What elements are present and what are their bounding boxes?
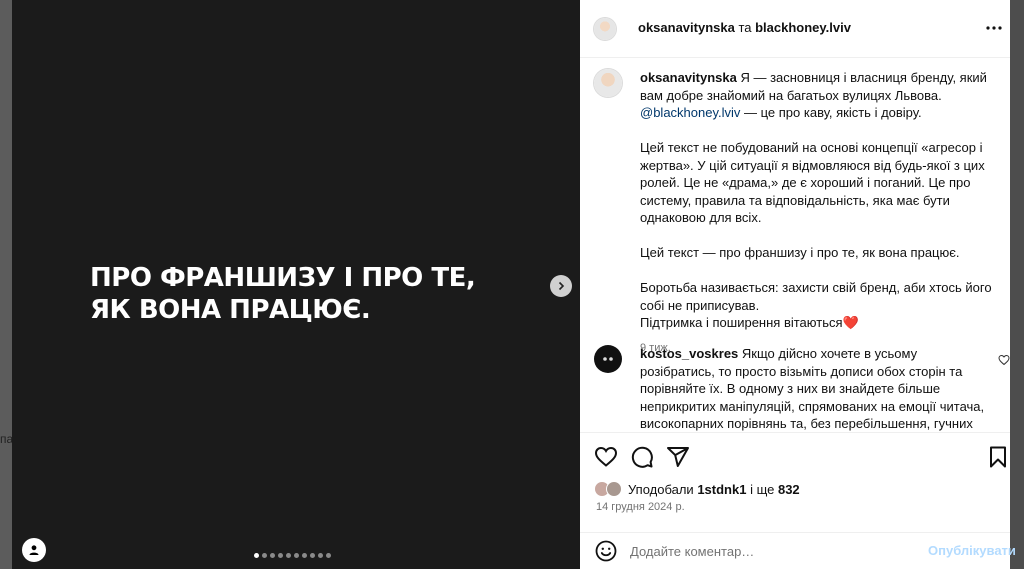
author-link[interactable]: oksanavitynska — [638, 20, 735, 35]
carousel-dot — [318, 553, 323, 558]
background-strip — [1010, 0, 1024, 569]
carousel-dots — [254, 553, 331, 558]
likes-user[interactable]: 1stdnk1 — [697, 482, 746, 497]
carousel-dot — [270, 553, 275, 558]
carousel-dot — [310, 553, 315, 558]
caption-avatar[interactable] — [594, 69, 622, 97]
likes-summary[interactable]: Уподобали 1stdnk1 і ще 832 — [594, 481, 800, 497]
author-avatar[interactable] — [594, 18, 616, 40]
carousel-dot — [294, 553, 299, 558]
likes-text: Уподобали 1stdnk1 і ще 832 — [628, 482, 800, 497]
comment-input[interactable] — [630, 541, 920, 561]
caption-paragraph-2: Цей текст не побудований на основі конце… — [640, 140, 985, 225]
caption-author[interactable]: oksanavitynska — [640, 70, 737, 85]
post-actions: Уподобали 1stdnk1 і ще 832 14 грудня 202… — [580, 432, 1010, 532]
likes-prefix: Уподобали — [628, 481, 698, 497]
carousel-dot — [278, 553, 283, 558]
carousel-dot — [286, 553, 291, 558]
tagged-users-button[interactable] — [22, 538, 46, 562]
post-comment-button[interactable]: Опублікувати — [928, 543, 1016, 558]
coauthor-link[interactable]: blackhoney.lviv — [755, 20, 851, 35]
comment-item: kostos_voskres Якщо дійсно хочете в усьо… — [594, 345, 1004, 431]
post-media: ПРО ФРАНШИЗУ І ПРО ТЕ, ЯК ВОНА ПРАЦЮЄ. — [12, 0, 580, 569]
more-options-button[interactable] — [984, 18, 1004, 38]
slide-line-1: ПРО ФРАНШИЗУ І ПРО ТЕ, — [90, 263, 476, 293]
slide-text: ПРО ФРАНШИЗУ І ПРО ТЕ, ЯК ВОНА ПРАЦЮЄ. — [90, 262, 510, 326]
smiley-icon[interactable] — [594, 539, 618, 563]
post-authors: oksanavitynska та blackhoney.lviv — [638, 20, 851, 35]
post-date: 14 грудня 2024 р. — [596, 501, 685, 513]
commenter-avatar[interactable] — [594, 345, 622, 373]
share-icon[interactable] — [666, 445, 690, 469]
post-header: oksanavitynska та blackhoney.lviv — [580, 0, 1010, 58]
authors-connector: та — [734, 20, 756, 35]
chevron-right-icon — [558, 281, 565, 291]
comment-icon[interactable] — [630, 445, 654, 469]
caption-paragraph-4: Боротьба називається: захисти свій бренд… — [640, 280, 992, 313]
carousel-dot — [326, 553, 331, 558]
likes-mid: і ще — [746, 481, 778, 497]
carousel-dot — [262, 553, 267, 558]
commenter-name[interactable]: kostos_voskres — [640, 346, 738, 361]
post-side-panel: oksanavitynska та blackhoney.lviv oksana… — [580, 0, 1016, 569]
post-caption: oksanavitynska Я — засновниця і власниця… — [594, 69, 1004, 357]
heart-emoji: ❤️ — [842, 315, 859, 330]
more-horizontal-icon — [986, 26, 1002, 30]
caption-support-text: Підтримка і поширення вітаються — [640, 315, 843, 330]
caption-mention[interactable]: @blackhoney.lviv — [640, 105, 740, 120]
add-comment-bar: Опублікувати — [580, 532, 1016, 569]
comment-body: kostos_voskres Якщо дійсно хочете в усьо… — [640, 345, 985, 431]
liker-avatar — [606, 481, 622, 497]
next-slide-button[interactable] — [550, 275, 572, 297]
caption-paragraph-5: Підтримка і поширення вітаються❤️ — [640, 314, 1000, 332]
caption-line1b: — це про каву, якість і довіру. — [740, 105, 922, 120]
caption-paragraph-3: Цей текст — про франшизу і про те, як во… — [640, 245, 960, 260]
heart-icon[interactable] — [594, 445, 618, 469]
carousel-dot — [254, 553, 259, 558]
comments-list[interactable]: oksanavitynska Я — засновниця і власниця… — [580, 59, 1010, 431]
slide-line-2: ЯК ВОНА ПРАЦЮЄ. — [90, 295, 371, 325]
comment-like-icon[interactable] — [998, 354, 1010, 366]
carousel-dot — [302, 553, 307, 558]
likes-count[interactable]: 832 — [778, 482, 800, 497]
caption-body: oksanavitynska Я — засновниця і власниця… — [640, 69, 1000, 357]
caption-intro: oksanavitynska Я — засновниця і власниця… — [640, 69, 1000, 122]
bookmark-icon[interactable] — [986, 445, 1010, 469]
user-icon — [29, 545, 39, 555]
